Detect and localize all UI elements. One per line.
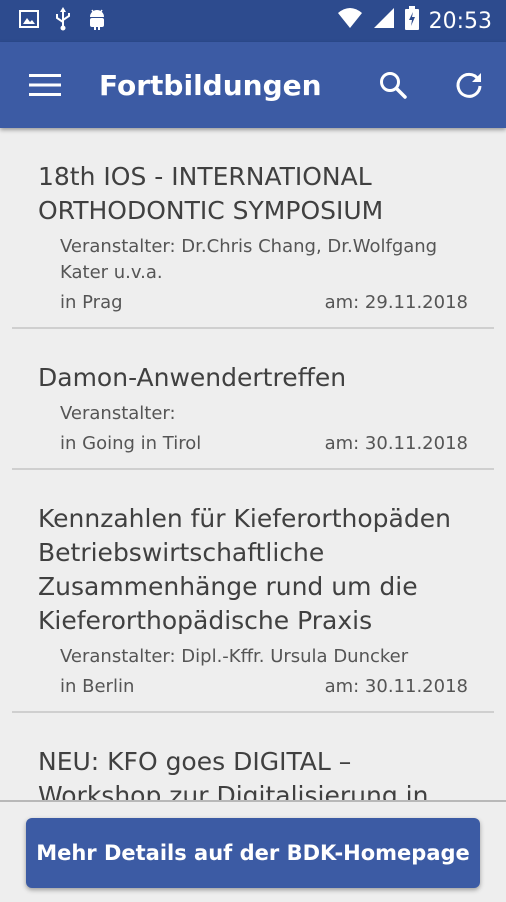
event-date: am: 30.11.2018 — [324, 433, 468, 454]
signal-icon — [373, 7, 395, 35]
list-item[interactable]: 18th IOS - INTERNATIONAL ORTHODONTIC SYM… — [12, 128, 494, 329]
image-icon — [18, 8, 40, 35]
event-organizer: Veranstalter: — [60, 403, 176, 424]
event-location: in Prag — [60, 292, 123, 313]
menu-icon — [29, 74, 61, 96]
refresh-icon — [456, 72, 482, 98]
bdk-homepage-button[interactable]: Mehr Details auf der BDK-Homepage — [26, 818, 480, 888]
footer: Mehr Details auf der BDK-Homepage — [0, 800, 506, 902]
page-title: Fortbildungen — [99, 68, 322, 102]
event-title: 18th IOS - INTERNATIONAL ORTHODONTIC SYM… — [38, 162, 384, 225]
list-item[interactable]: Damon-Anwendertreffen Veranstalter: in G… — [12, 329, 494, 470]
search-button[interactable] — [366, 58, 420, 112]
battery-icon — [404, 6, 419, 36]
list-item[interactable]: NEU: KFO goes DIGITAL – Workshop zur Dig… — [12, 713, 494, 800]
event-date: am: 29.11.2018 — [324, 292, 468, 313]
event-list[interactable]: 18th IOS - INTERNATIONAL ORTHODONTIC SYM… — [0, 128, 506, 800]
refresh-button[interactable] — [442, 58, 496, 112]
wifi-icon — [337, 7, 363, 35]
clock: 20:53 — [428, 8, 492, 34]
event-date: am: 30.11.2018 — [324, 676, 468, 697]
list-item[interactable]: Kennzahlen für Kieferorthopäden Betriebs… — [12, 470, 494, 713]
system-icons: 20:53 — [337, 6, 506, 36]
event-organizer: Veranstalter: Dipl.-Kffr. Ursula Duncker — [60, 646, 409, 667]
status-bar: 20:53 — [0, 0, 506, 42]
event-title: Kennzahlen für Kieferorthopäden Betriebs… — [38, 504, 451, 635]
search-icon — [380, 72, 407, 99]
android-icon — [86, 7, 108, 36]
event-organizer: Veranstalter: Dr.Chris Chang, Dr.Wolfgan… — [60, 236, 438, 283]
event-meta: in Prag am: 29.11.2018 — [60, 292, 468, 327]
event-location: in Going in Tirol — [60, 433, 202, 454]
event-title: NEU: KFO goes DIGITAL – Workshop zur Dig… — [38, 747, 429, 800]
app-bar: Fortbildungen — [0, 42, 506, 128]
event-meta: in Berlin am: 30.11.2018 — [60, 676, 468, 711]
event-meta: in Going in Tirol am: 30.11.2018 — [60, 433, 468, 468]
event-title: Damon-Anwendertreffen — [38, 363, 347, 392]
notification-icons — [0, 6, 108, 36]
menu-button[interactable] — [15, 55, 75, 115]
event-location: in Berlin — [60, 676, 135, 697]
usb-icon — [54, 6, 72, 36]
